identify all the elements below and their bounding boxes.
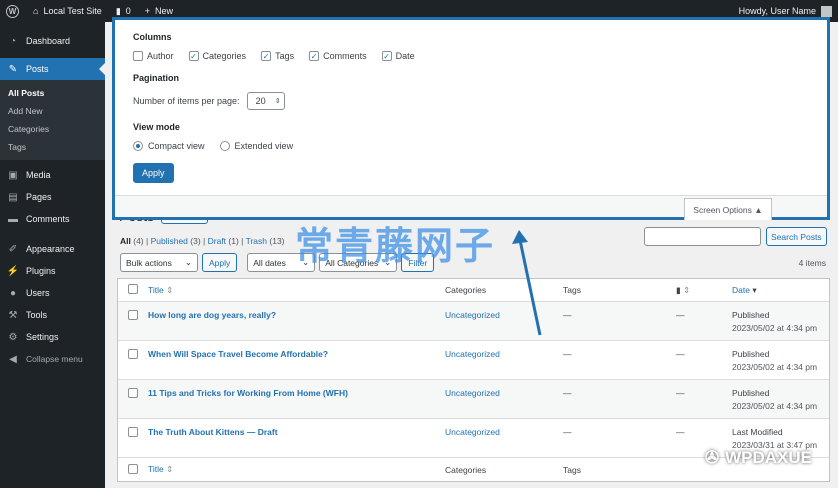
wechat-mark-text: WPDAXUE xyxy=(725,448,812,467)
wechat-watermark: ✇ WPDAXUE xyxy=(705,448,812,468)
wechat-icon: ✇ xyxy=(704,448,720,467)
annotation-arrow xyxy=(512,230,542,336)
